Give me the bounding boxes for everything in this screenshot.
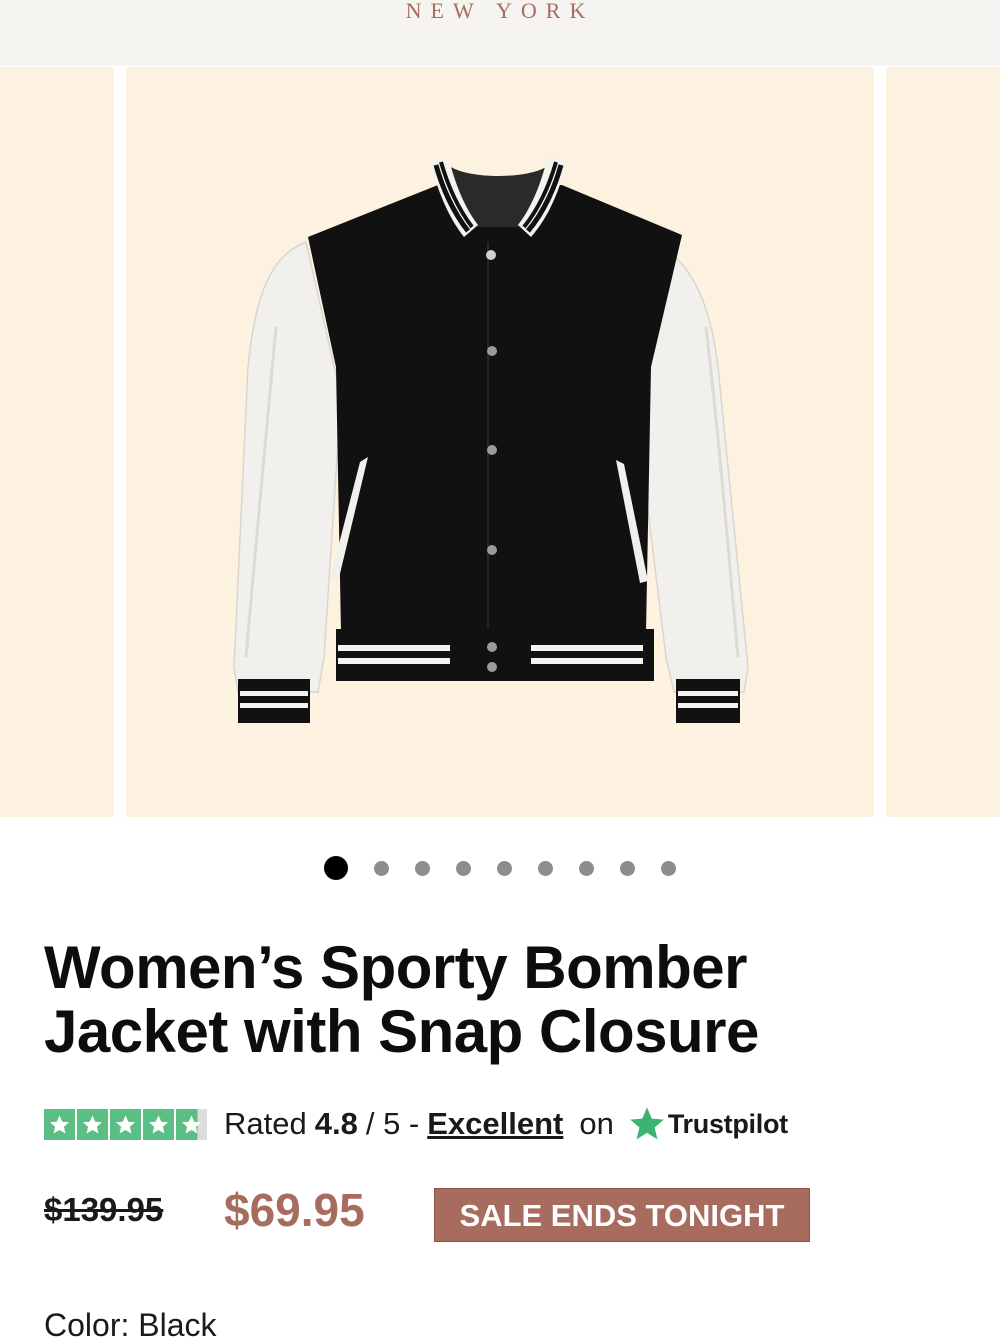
carousel-dot-5[interactable] [497, 860, 512, 876]
rating-stars [44, 1108, 207, 1140]
rating-prefix: Rated [224, 1106, 307, 1141]
product-title: Women’s Sporty Bomber Jacket with Snap C… [44, 934, 759, 1065]
star-icon [110, 1108, 141, 1140]
brand-subtitle: NEW YORK [405, 0, 595, 23]
product-image-carousel[interactable] [0, 67, 1000, 818]
carousel-dot-3[interactable] [415, 860, 430, 876]
carousel-dot-8[interactable] [620, 860, 635, 876]
trustpilot-name: Trustpilot [667, 1108, 788, 1139]
carousel-dot-6[interactable] [538, 860, 553, 876]
star-icon [77, 1108, 108, 1140]
carousel-dot-2[interactable] [374, 860, 389, 876]
star-partial-icon [176, 1108, 207, 1140]
carousel-slide-previous[interactable] [0, 67, 114, 817]
carousel-dot-4[interactable] [456, 860, 471, 876]
rating-excellent-link[interactable]: Excellent [427, 1106, 563, 1142]
star-icon [143, 1108, 174, 1140]
carousel-pagination [0, 855, 1000, 881]
original-price: $139.95 [44, 1191, 164, 1228]
carousel-dot-1[interactable] [324, 856, 348, 880]
rating-value: 4.8 [314, 1106, 358, 1141]
carousel-dot-9[interactable] [661, 860, 676, 876]
trustpilot-logo[interactable]: Trustpilot [628, 1105, 788, 1143]
star-icon [44, 1108, 75, 1140]
varsity-bomber-jacket-image [126, 67, 874, 817]
color-label: Color: Black [44, 1307, 217, 1343]
sale-ends-badge: SALE ENDS TONIGHT [434, 1188, 810, 1242]
price-row: $139.95 $69.95 SALE ENDS TONIGHT [44, 1183, 944, 1243]
sale-price: $69.95 [224, 1184, 365, 1236]
carousel-dot-7[interactable] [579, 860, 594, 876]
rating-on-text: on [579, 1106, 614, 1141]
top-bar: NEW YORK [0, 0, 1000, 66]
trustpilot-star-icon [630, 1107, 664, 1140]
rating-scale: / 5 - [365, 1106, 420, 1141]
carousel-slide-active[interactable] [126, 67, 874, 817]
carousel-slide-next[interactable] [886, 67, 1000, 817]
trustpilot-rating: Rated 4.8 / 5 - Excellent on Trustpilot [44, 1104, 788, 1144]
